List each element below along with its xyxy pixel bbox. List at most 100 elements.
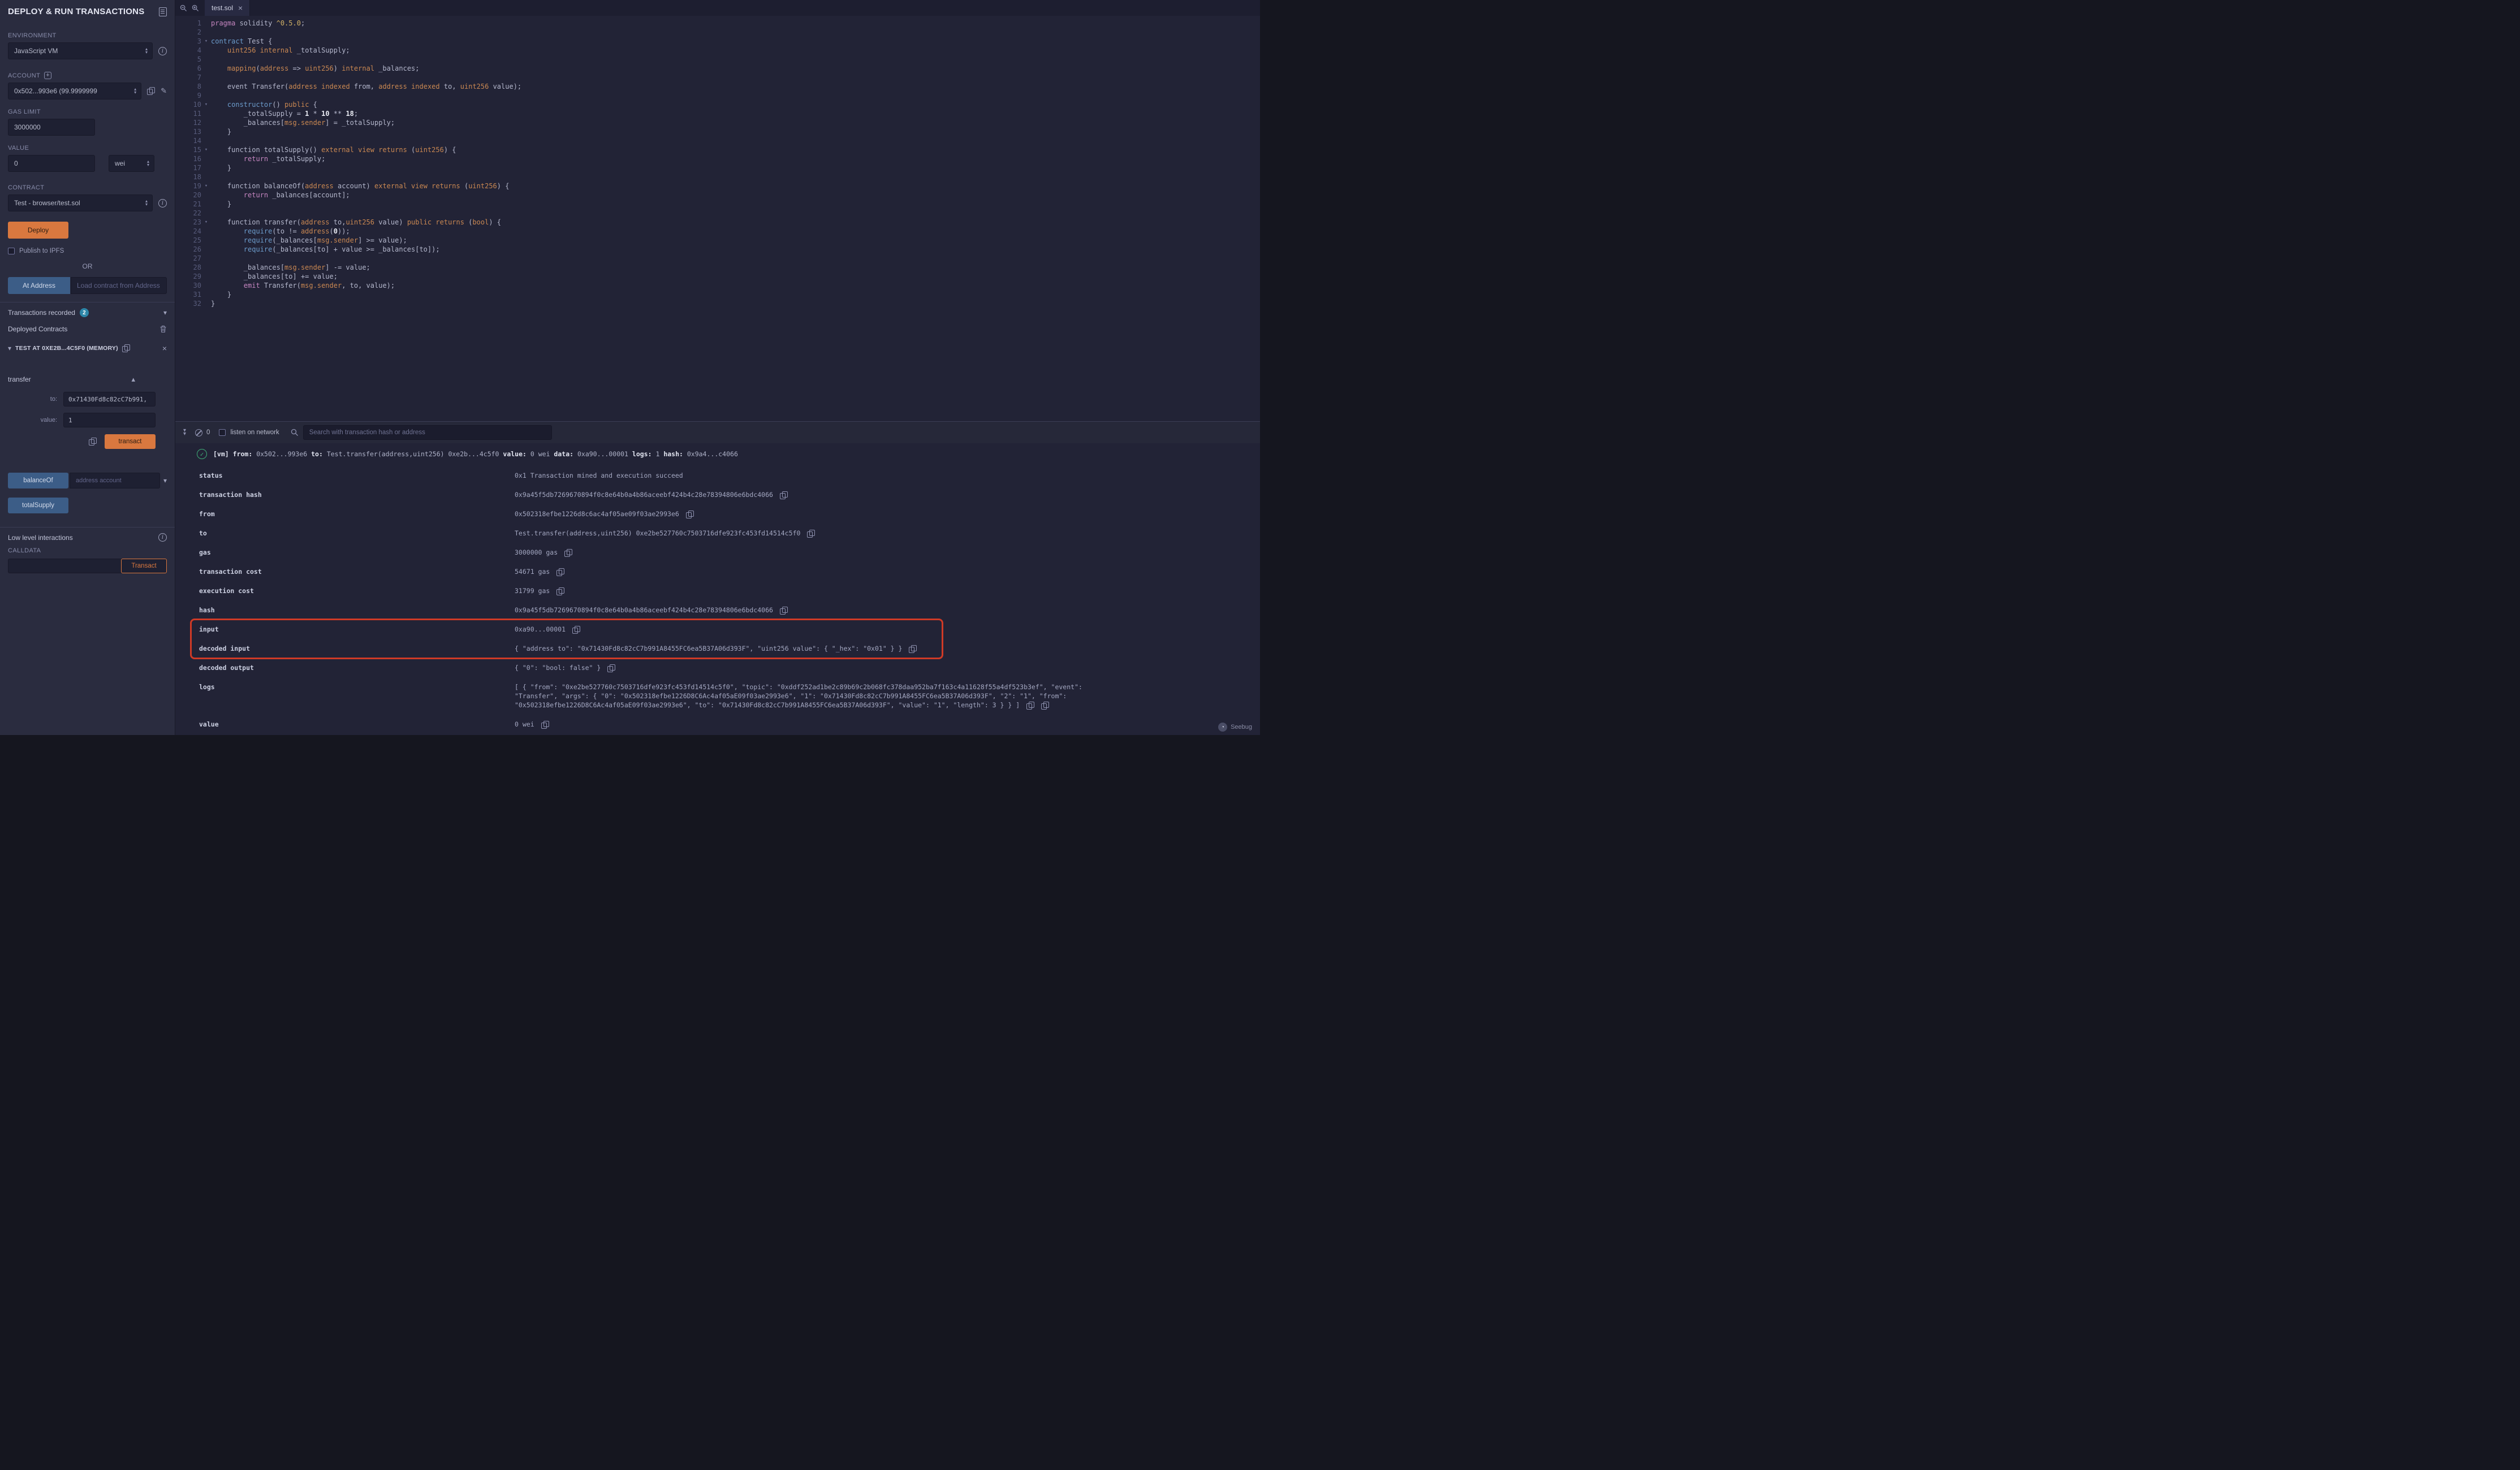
tx-row-execution-cost: execution cost31799 gas — [199, 581, 1260, 600]
code-line[interactable]: 25 require(_balances[msg.sender] >= valu… — [175, 236, 1260, 245]
code-line[interactable]: 26 require(_balances[to] + value >= _bal… — [175, 245, 1260, 254]
deploy-button[interactable]: Deploy — [8, 222, 68, 239]
fold-arrow-icon[interactable]: ▾ — [201, 100, 211, 109]
gas-limit-input[interactable] — [8, 119, 95, 136]
copy-icon[interactable] — [780, 491, 788, 499]
code-line[interactable]: 17 } — [175, 163, 1260, 172]
copy-icon[interactable] — [556, 587, 564, 595]
calldata-label-text: CALLDATA — [8, 547, 41, 554]
copy-instance-icon[interactable] — [122, 344, 130, 352]
code-line[interactable]: 20 return _balances[account]; — [175, 191, 1260, 200]
transactions-chevron-icon[interactable] — [163, 309, 167, 317]
fold-gutter — [201, 272, 211, 281]
environment-select[interactable]: JavaScript VM — [8, 42, 153, 59]
copy-account-icon[interactable] — [147, 87, 155, 95]
copy-icon[interactable] — [909, 645, 917, 653]
code-line[interactable]: 6 mapping(address => uint256) internal _… — [175, 64, 1260, 73]
terminal-expand-icon[interactable] — [183, 429, 186, 436]
transaction-log-row[interactable]: [vm] from: 0x502...993e6 to: Test.transf… — [175, 443, 1260, 462]
copy-icon[interactable] — [607, 664, 615, 672]
code-line[interactable]: 16 return _totalSupply; — [175, 154, 1260, 163]
account-select[interactable]: 0x502...993e6 (99.9999999 — [8, 83, 141, 100]
close-tab-icon[interactable] — [238, 4, 243, 12]
code-line[interactable]: 10▾ constructor() public { — [175, 100, 1260, 109]
code-line[interactable]: 14 — [175, 136, 1260, 145]
low-level-info-icon[interactable] — [158, 533, 167, 542]
fold-arrow-icon[interactable]: ▾ — [201, 145, 211, 154]
code-line[interactable]: 23▾ function transfer(address to,uint256… — [175, 218, 1260, 227]
copy-icon[interactable] — [564, 549, 572, 557]
copy-icon[interactable] — [541, 721, 549, 729]
copy-icon[interactable] — [686, 511, 694, 518]
contract-info-icon[interactable] — [158, 199, 167, 207]
transfer-value-label: value: — [8, 417, 63, 423]
documentation-icon[interactable] — [159, 7, 167, 16]
code-line[interactable]: 15▾ function totalSupply() external view… — [175, 145, 1260, 154]
code-area[interactable]: 1pragma solidity ^0.5.0;23▾contract Test… — [175, 16, 1260, 421]
copy-icon[interactable] — [807, 530, 815, 538]
code-line[interactable]: 18 — [175, 172, 1260, 181]
search-icon — [291, 429, 299, 436]
contract-select[interactable]: Test - browser/test.sol — [8, 194, 153, 211]
value-unit-select[interactable]: wei — [109, 155, 154, 172]
transfer-collapse-icon[interactable] — [131, 375, 135, 384]
code-line[interactable]: 8 event Transfer(address indexed from, a… — [175, 82, 1260, 91]
code-line[interactable]: 3▾contract Test { — [175, 37, 1260, 46]
code-line[interactable]: 32} — [175, 299, 1260, 308]
zoom-in-icon[interactable] — [192, 5, 199, 12]
code-line[interactable]: 2 — [175, 28, 1260, 37]
publish-ipfs-checkbox[interactable] — [8, 248, 15, 254]
fold-arrow-icon[interactable]: ▾ — [201, 37, 211, 46]
fold-arrow-icon[interactable]: ▾ — [201, 181, 211, 191]
code-line[interactable]: 12 _balances[msg.sender] = _totalSupply; — [175, 118, 1260, 127]
trash-icon[interactable] — [159, 325, 167, 333]
balanceof-button[interactable]: balanceOf — [8, 473, 68, 488]
code-line[interactable]: 1pragma solidity ^0.5.0; — [175, 19, 1260, 28]
transfer-value-input[interactable] — [63, 413, 156, 427]
zoom-out-icon[interactable] — [180, 5, 187, 12]
add-account-icon[interactable] — [44, 72, 51, 79]
fold-gutter — [201, 127, 211, 136]
code-line[interactable]: 13 } — [175, 127, 1260, 136]
copy-icon[interactable] — [572, 626, 580, 634]
clear-console-icon[interactable] — [195, 429, 202, 436]
listen-network-checkbox[interactable] — [219, 429, 226, 436]
instance-expand-icon[interactable] — [8, 344, 11, 352]
close-instance-icon[interactable] — [162, 344, 167, 352]
at-address-button[interactable]: At Address — [8, 277, 70, 294]
transact-button[interactable]: transact — [105, 434, 156, 449]
copy-icon[interactable] — [780, 607, 788, 615]
value-input[interactable] — [8, 155, 95, 172]
code-line[interactable]: 27 — [175, 254, 1260, 263]
code-line[interactable]: 30 emit Transfer(msg.sender, to, value); — [175, 281, 1260, 290]
fold-arrow-icon[interactable]: ▾ — [201, 218, 211, 227]
line-number: 7 — [175, 73, 201, 82]
code-line[interactable]: 28 _balances[msg.sender] -= value; — [175, 263, 1260, 272]
copy-icon[interactable] — [1041, 702, 1049, 710]
code-line[interactable]: 22 — [175, 209, 1260, 218]
balanceof-expand-icon[interactable] — [163, 477, 167, 485]
code-line[interactable]: 31 } — [175, 290, 1260, 299]
environment-info-icon[interactable] — [158, 47, 167, 55]
code-line[interactable]: 21 } — [175, 200, 1260, 209]
code-line[interactable]: 11 _totalSupply = 1 * 10 ** 18; — [175, 109, 1260, 118]
edit-account-icon[interactable] — [161, 87, 167, 96]
at-address-input[interactable] — [71, 277, 167, 294]
totalsupply-button[interactable]: totalSupply — [8, 498, 68, 513]
balanceof-input[interactable] — [70, 473, 160, 488]
code-line[interactable]: 19▾ function balanceOf(address account) … — [175, 181, 1260, 191]
code-line[interactable]: 29 _balances[to] += value; — [175, 272, 1260, 281]
code-line[interactable]: 9 — [175, 91, 1260, 100]
code-line[interactable]: 5 — [175, 55, 1260, 64]
transfer-to-input[interactable] — [63, 392, 156, 407]
tab-test-sol[interactable]: test.sol — [205, 0, 250, 16]
code-line[interactable]: 24 require(to != address(0)); — [175, 227, 1260, 236]
calldata-transact-button[interactable]: Transact — [121, 559, 167, 573]
copy-icon[interactable] — [556, 568, 564, 576]
main-area: test.sol 1pragma solidity ^0.5.0;23▾cont… — [175, 0, 1260, 735]
code-line[interactable]: 4 uint256 internal _totalSupply; — [175, 46, 1260, 55]
terminal-search-input[interactable] — [303, 425, 552, 440]
copy-calldata-icon[interactable] — [89, 438, 97, 446]
copy-icon[interactable] — [1026, 702, 1034, 710]
code-line[interactable]: 7 — [175, 73, 1260, 82]
